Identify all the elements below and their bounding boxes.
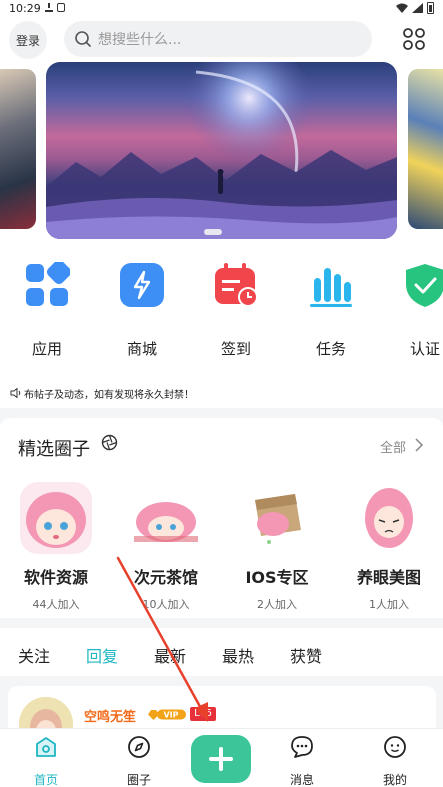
banner-carousel[interactable] <box>0 61 443 251</box>
bar-chart-icon <box>310 268 352 307</box>
user-face-icon <box>384 736 406 758</box>
quick-item-shop[interactable]: 商城 <box>107 262 177 359</box>
nav-home[interactable]: 首页 <box>16 735 76 787</box>
anime-girl-avatar <box>20 482 92 554</box>
plus-icon <box>209 747 233 771</box>
home-icon <box>36 737 56 757</box>
quick-item-label: 认证 <box>409 340 440 358</box>
signal-icon <box>412 3 423 13</box>
quick-item-label: 任务 <box>315 340 346 358</box>
anime-girl-avatar <box>353 482 425 554</box>
circle-name: 软件资源 <box>23 568 88 587</box>
tab-reply[interactable]: 回复 <box>86 643 118 667</box>
banner-artwork <box>46 62 397 239</box>
nav-circles[interactable]: 圈子 <box>109 735 169 787</box>
quick-item-task[interactable]: 任务 <box>296 262 366 359</box>
tab-hot[interactable]: 最热 <box>222 643 254 667</box>
vip-badge: VIP <box>148 709 186 720</box>
notice-bar[interactable]: 布帖子及动态，如有发现将永久封禁！ <box>0 378 443 408</box>
view-all-link[interactable]: 全部 <box>380 437 406 456</box>
lightning-icon <box>120 263 164 307</box>
level-badge: Lv6 <box>190 707 216 721</box>
circle-avatar <box>353 482 425 554</box>
tab-follow[interactable]: 关注 <box>18 643 50 667</box>
grid-menu-icon[interactable] <box>402 27 426 51</box>
speaker-icon <box>10 388 21 398</box>
banner-prev-card[interactable] <box>0 69 36 229</box>
calendar-icon <box>215 263 258 307</box>
nav-label: 我的 <box>382 773 407 787</box>
banner-next-card[interactable] <box>408 69 443 229</box>
quick-item-label: 商城 <box>126 340 157 358</box>
quick-item-checkin[interactable]: 签到 <box>201 262 271 359</box>
app-grid-icon <box>26 259 72 306</box>
status-bar: 10:29 <box>0 0 443 17</box>
aperture-icon <box>101 434 118 451</box>
circle-avatar <box>241 482 313 554</box>
carousel-indicator <box>204 229 222 235</box>
status-right-icons <box>396 2 434 14</box>
quick-item-label: 签到 <box>220 340 251 358</box>
vip-label: VIP <box>163 711 178 720</box>
nav-label: 首页 <box>33 773 58 787</box>
compass-icon <box>128 736 150 758</box>
notice-text: 布帖子及动态，如有发现将永久封禁！ <box>24 389 194 401</box>
status-notification-icons <box>45 3 65 12</box>
circle-member-count: 44人加入 <box>32 598 80 611</box>
status-time: 10:29 <box>9 2 41 15</box>
app-notification-icon <box>57 3 65 12</box>
tab-liked[interactable]: 获赞 <box>290 643 322 667</box>
battery-icon <box>427 2 434 14</box>
chevron-right-icon[interactable] <box>414 438 424 452</box>
circle-member-count: 10人加入 <box>142 598 190 611</box>
search-input[interactable]: 想搜些什么... <box>64 21 372 57</box>
wifi-icon <box>396 3 408 13</box>
chat-icon <box>291 736 313 758</box>
top-header: 登录 想搜些什么... <box>0 17 443 61</box>
search-placeholder: 想搜些什么... <box>98 32 182 48</box>
nav-label: 圈子 <box>126 773 151 787</box>
anime-girl-avatar <box>130 482 202 554</box>
create-post-button[interactable] <box>191 735 251 783</box>
circle-member-count: 1人加入 <box>369 598 409 611</box>
post-author-name[interactable]: 空鸣无笙 <box>84 706 136 725</box>
featured-circles: 精选圈子 全部 软件资源 44人加入 次元茶馆 10人加入 IOS专区 2人加入… <box>0 418 443 618</box>
tab-latest[interactable]: 最新 <box>154 643 186 667</box>
circle-avatar <box>130 482 202 554</box>
circle-avatar <box>20 482 92 554</box>
app-screen: 10:29 登录 想搜些什么... 应用 商城 签到 任务 认证 布帖子及动态，… <box>0 0 443 787</box>
circle-name: IOS专区 <box>245 568 309 587</box>
circle-item-pictures[interactable]: 养眼美图 1人加入 <box>344 482 434 612</box>
quick-item-app[interactable]: 应用 <box>12 259 82 359</box>
nav-messages[interactable]: 消息 <box>272 735 332 787</box>
quick-item-label: 应用 <box>31 340 62 358</box>
circle-item-ios[interactable]: IOS专区 2人加入 <box>232 482 322 612</box>
bottom-navigation: 首页 圈子 消息 我的 <box>0 728 443 787</box>
download-icon <box>45 3 53 12</box>
circle-item-tea[interactable]: 次元茶馆 10人加入 <box>121 482 211 612</box>
login-button[interactable]: 登录 <box>9 21 47 59</box>
anime-girl-avatar <box>241 482 313 554</box>
quick-item-verify[interactable]: 认证 <box>390 262 443 359</box>
circle-member-count: 2人加入 <box>257 598 297 611</box>
banner-image[interactable] <box>46 62 397 239</box>
circle-name: 养眼美图 <box>356 568 421 587</box>
circle-item-software[interactable]: 软件资源 44人加入 <box>11 482 101 612</box>
circle-name: 次元茶馆 <box>133 568 198 587</box>
nav-profile[interactable]: 我的 <box>365 735 425 787</box>
section-title: 精选圈子 <box>18 439 90 460</box>
search-icon <box>75 31 91 47</box>
feed-tabs: 关注 回复 最新 最热 获赞 <box>0 628 443 676</box>
shield-check-icon <box>406 264 443 307</box>
nav-label: 消息 <box>289 773 314 787</box>
